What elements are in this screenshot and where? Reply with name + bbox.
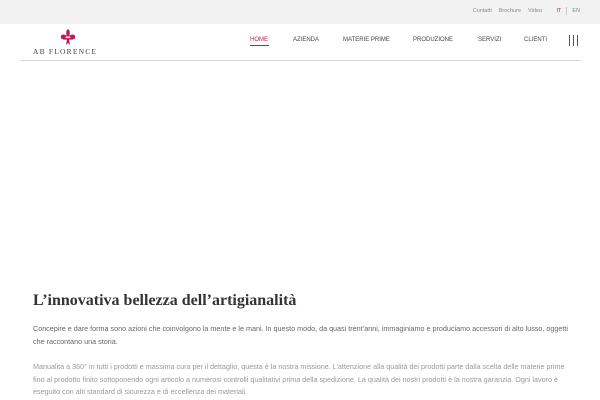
contatti-link[interactable]: Contatti — [473, 7, 492, 15]
nav-item-servizi[interactable]: SERVIZI — [478, 36, 501, 44]
lang-en-link[interactable]: EN — [567, 7, 580, 15]
brochure-link[interactable]: Brochure — [499, 7, 521, 15]
logo-text: AB FLORENCE — [33, 47, 98, 56]
main-nav: HOME AZIENDA MATERIE PRIME PRODUZIONE SE… — [0, 36, 600, 46]
language-switcher: IT EN — [556, 7, 580, 15]
video-link[interactable]: Video — [528, 7, 542, 15]
lang-it-link[interactable]: IT — [556, 7, 568, 15]
mission-paragraph: Manualità a 360° in tutti i prodotti e m… — [33, 362, 565, 396]
page-title: L’innovativa bellezza dell’artigianalità — [33, 292, 297, 309]
top-bar: Contatti Brochure Video IT EN — [0, 0, 600, 24]
active-nav-underline — [250, 45, 269, 46]
menu-icon[interactable] — [569, 35, 578, 46]
nav-item-clienti[interactable]: CLIENTI — [524, 36, 547, 44]
top-links: Contatti Brochure Video — [473, 7, 542, 15]
nav-item-produzione[interactable]: PRODUZIONE — [413, 36, 453, 44]
header-divider — [20, 60, 581, 61]
intro-paragraph: Concepire e dare forma sono azioni che c… — [33, 324, 568, 346]
nav-item-azienda[interactable]: AZIENDA — [293, 36, 319, 44]
nav-item-materie-prime[interactable]: MATERIE PRIME — [343, 36, 390, 44]
nav-item-home[interactable]: HOME — [250, 36, 268, 44]
